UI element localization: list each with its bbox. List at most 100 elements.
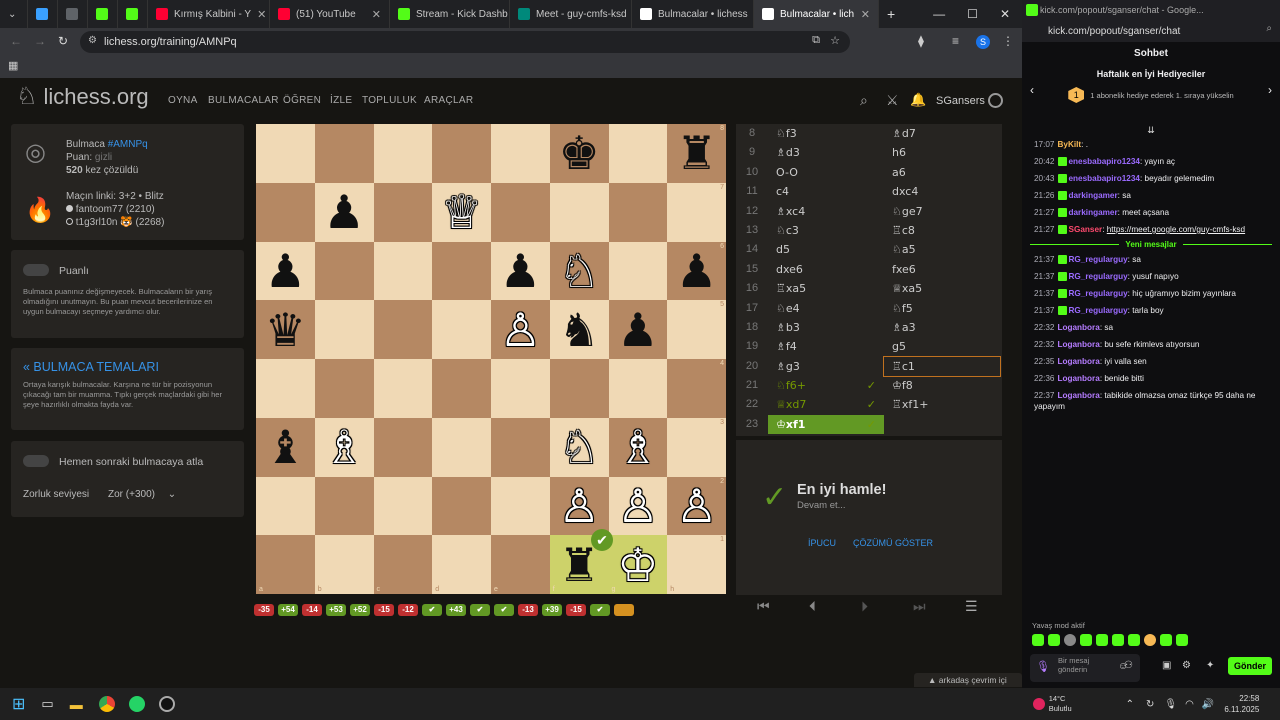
media-icon[interactable]: ≡: [952, 34, 959, 48]
player-white[interactable]: fantoom77 (2210): [76, 204, 155, 215]
menu-hamburger-icon[interactable]: ☰: [965, 598, 978, 615]
first-move-button[interactable]: ⏮: [757, 598, 770, 615]
game-link[interactable]: Maçın linki: 3+2 • Blitz: [66, 190, 164, 203]
profile-avatar[interactable]: S: [976, 35, 990, 49]
history-badge[interactable]: -13: [518, 604, 538, 616]
square-b7[interactable]: ♟: [314, 182, 374, 242]
message-username[interactable]: Loganbora: [1058, 391, 1100, 400]
last-move-button[interactable]: ⏭: [913, 598, 926, 615]
message-username[interactable]: SGanser: [1069, 225, 1103, 234]
black-move[interactable]: dxc4: [884, 182, 1000, 201]
emote-icon[interactable]: [1160, 634, 1172, 646]
black-move[interactable]: ♗a3: [884, 318, 1000, 337]
square-g3[interactable]: ♗: [608, 417, 668, 477]
nav-5[interactable]: ARAÇLAR: [424, 95, 473, 106]
notification-bell-icon[interactable]: 🔔: [910, 92, 926, 108]
browser-tab[interactable]: Meet - guy-cmfs-ksd✕: [510, 0, 632, 28]
nav-1[interactable]: BULMACALAR: [208, 95, 279, 106]
clock[interactable]: 22:58 6.11.2025: [1224, 693, 1259, 715]
square-c7[interactable]: [373, 182, 433, 242]
nav-2[interactable]: ÖĞREN: [283, 95, 321, 106]
pinned-tab-2[interactable]: [58, 0, 88, 28]
rated-toggle[interactable]: [23, 264, 49, 276]
black-move[interactable]: ♘f5: [884, 299, 1000, 318]
message-username[interactable]: Loganbora: [1058, 357, 1100, 366]
square-f5[interactable]: ♞: [549, 300, 609, 359]
next-move-button[interactable]: ⏵: [861, 598, 868, 615]
close-window-button[interactable]: ✕: [1000, 7, 1010, 21]
chess-piece[interactable]: ♟: [667, 242, 726, 301]
forward-button[interactable]: →: [34, 34, 46, 48]
chrome-icon[interactable]: [98, 696, 115, 712]
square-c5[interactable]: [373, 300, 433, 359]
chess-piece[interactable]: ♙: [550, 477, 609, 536]
mic-icon[interactable]: 🎙: [1036, 660, 1050, 673]
users-icon[interactable]: ⚇: [1124, 660, 1133, 671]
history-badge[interactable]: +53: [326, 604, 346, 616]
square-e3[interactable]: [491, 417, 550, 477]
search-icon[interactable]: ⌕: [860, 92, 868, 109]
history-badge[interactable]: -15: [566, 604, 586, 616]
square-c6[interactable]: [373, 241, 433, 301]
chess-piece[interactable]: ♟: [256, 242, 315, 301]
emote-icon[interactable]: [1032, 634, 1044, 646]
square-g7[interactable]: [608, 182, 668, 242]
square-f4[interactable]: [549, 359, 609, 418]
site-info-icon[interactable]: ⚙: [88, 35, 97, 46]
square-d4[interactable]: [432, 359, 491, 418]
history-badge[interactable]: ✔: [494, 604, 514, 616]
square-d7[interactable]: ♕: [432, 182, 491, 242]
message-username[interactable]: enesbabapiro1234: [1069, 157, 1140, 166]
emote-icon[interactable]: [1176, 634, 1188, 646]
square-b1[interactable]: b: [314, 535, 374, 594]
emote-icon[interactable]: [1128, 634, 1140, 646]
square-h4[interactable]: 4: [667, 359, 726, 418]
send-button[interactable]: Gönder: [1228, 657, 1272, 675]
square-e5[interactable]: ♙: [491, 300, 550, 359]
sync-icon[interactable]: ↻: [1146, 699, 1154, 710]
square-g4[interactable]: [608, 359, 668, 418]
history-badge[interactable]: +54: [278, 604, 298, 616]
username[interactable]: SGansers: [936, 95, 985, 107]
pinned-toggle-icon[interactable]: ⇊: [1022, 125, 1280, 136]
close-tab-icon[interactable]: ✕: [372, 8, 381, 21]
square-d3[interactable]: [432, 417, 491, 477]
white-move[interactable]: dxe6: [768, 260, 884, 279]
black-move[interactable]: ♗d7: [884, 124, 1000, 143]
square-c2[interactable]: [373, 476, 433, 536]
minimize-button[interactable]: —: [933, 7, 945, 21]
square-b5[interactable]: [314, 300, 374, 359]
square-b2[interactable]: [314, 476, 374, 536]
message-username[interactable]: darkingamer: [1069, 208, 1118, 217]
black-move[interactable]: g5: [884, 337, 1000, 356]
square-a2[interactable]: [256, 476, 315, 536]
square-b3[interactable]: ♗: [314, 417, 374, 477]
white-move[interactable]: ♗xc4: [768, 202, 884, 221]
browser-tab[interactable]: Stream - Kick Dashb✕: [390, 0, 510, 28]
volume-icon[interactable]: 🔊: [1202, 699, 1214, 710]
chess-piece[interactable]: ♟: [609, 300, 668, 359]
square-c3[interactable]: [373, 417, 433, 477]
white-move[interactable]: ♗f4: [768, 337, 884, 356]
square-f2[interactable]: ♙: [549, 476, 609, 536]
square-b4[interactable]: [314, 359, 374, 418]
square-c4[interactable]: [373, 359, 433, 418]
square-a4[interactable]: [256, 359, 315, 418]
square-h1[interactable]: 1h: [667, 535, 726, 594]
message-username[interactable]: Loganbora: [1058, 374, 1100, 383]
chess-piece[interactable]: ♗: [315, 418, 374, 477]
windows-start-icon[interactable]: ⊞: [12, 694, 25, 714]
extensions-icon[interactable]: ⧫: [918, 34, 924, 48]
chess-piece[interactable]: ♙: [491, 300, 550, 359]
white-move[interactable]: d5: [768, 240, 884, 259]
auto-next-toggle[interactable]: [23, 455, 49, 467]
gift-icon[interactable]: ▣: [1162, 660, 1171, 671]
chess-piece[interactable]: ♟: [315, 183, 374, 242]
square-g1[interactable]: ♔ g: [608, 535, 668, 594]
message-username[interactable]: enesbabapiro1234: [1069, 174, 1140, 183]
square-e4[interactable]: [491, 359, 550, 418]
history-badge[interactable]: +52: [350, 604, 370, 616]
prev-arrow-icon[interactable]: ‹: [1030, 83, 1034, 97]
history-badge[interactable]: -12: [398, 604, 418, 616]
square-h3[interactable]: 3: [667, 417, 726, 477]
